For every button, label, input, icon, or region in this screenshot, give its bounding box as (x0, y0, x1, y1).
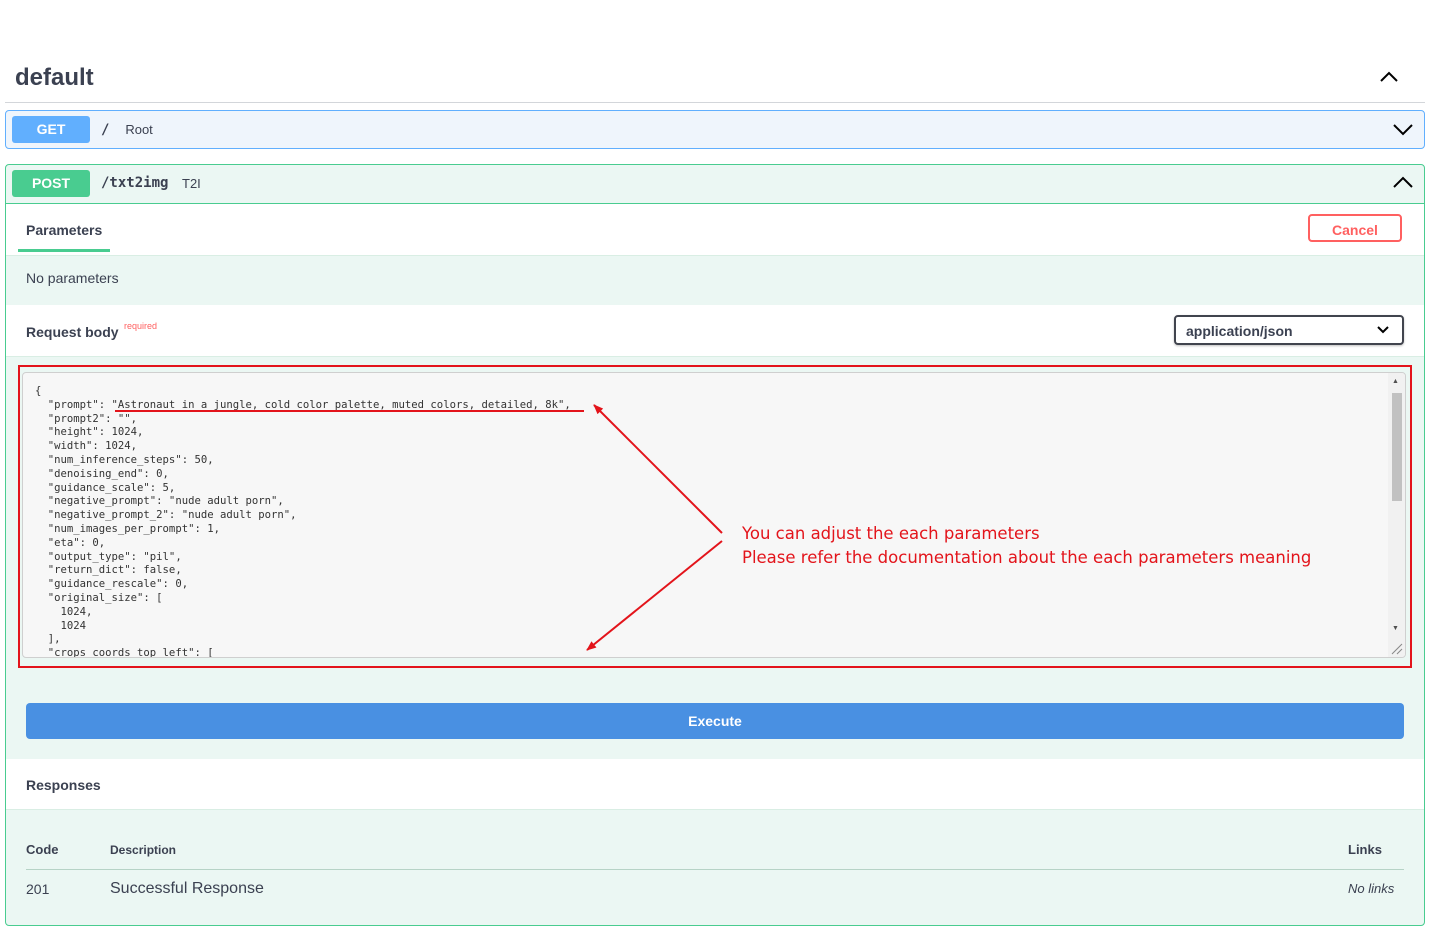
responses-label: Responses (26, 777, 101, 793)
post-summary: T2I (182, 176, 201, 191)
parameters-header: Parameters Cancel (6, 204, 1424, 256)
request-body-header: Request body required application/json (6, 305, 1424, 357)
required-marker: required (124, 321, 158, 331)
table-header-divider (26, 869, 1404, 870)
chevron-down-icon (1377, 326, 1389, 334)
response-description: Successful Response (110, 880, 264, 897)
column-header-code: Code (26, 842, 59, 857)
section-divider (5, 102, 1425, 103)
annotation-note: You can adjust the each parameters Pleas… (742, 522, 1311, 570)
get-method-badge: GET (12, 116, 90, 143)
response-links: No links (1348, 881, 1395, 896)
response-code: 201 (26, 881, 50, 897)
get-root-operation[interactable]: GET / Root (5, 110, 1425, 149)
chevron-up-icon[interactable] (1390, 172, 1416, 194)
responses-header: Responses (6, 759, 1424, 810)
get-summary: Root (125, 122, 153, 137)
annotation-line-1: You can adjust the each parameters (742, 524, 1040, 543)
annotation-line-2: Please refer the documentation about the… (742, 548, 1312, 567)
section-title[interactable]: default (15, 62, 94, 94)
post-path: /txt2img (101, 175, 169, 191)
post-method-badge: POST (12, 170, 90, 197)
column-header-description: Description (110, 843, 177, 857)
get-path: / (101, 122, 110, 138)
column-header-links: Links (1348, 842, 1382, 857)
post-operation-header[interactable]: POST /txt2img T2I (6, 165, 1424, 204)
tab-parameters[interactable]: Parameters (26, 222, 102, 238)
request-body-label: Request body (26, 324, 119, 340)
get-path-line: / Root (101, 121, 153, 138)
execute-button[interactable]: Execute (26, 703, 1404, 739)
chevron-down-icon[interactable] (1390, 117, 1416, 139)
chevron-up-icon[interactable] (1376, 66, 1402, 88)
cancel-button[interactable]: Cancel (1308, 214, 1402, 242)
content-type-value: application/json (1186, 323, 1293, 339)
annotation-highlight-box (18, 365, 1412, 668)
content-type-select[interactable]: application/json (1174, 315, 1404, 345)
no-parameters-text: No parameters (26, 270, 119, 286)
tab-active-indicator (18, 249, 110, 252)
